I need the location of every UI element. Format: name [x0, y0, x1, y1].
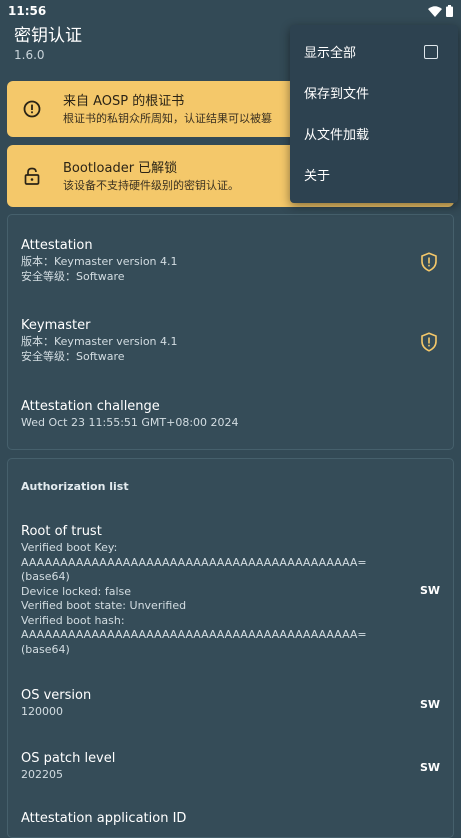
- menu-item-load-from-file[interactable]: 从文件加载: [290, 113, 458, 154]
- keymaster-security-level: 安全等级：Software: [21, 349, 125, 363]
- status-icons: [428, 5, 453, 17]
- menu-item-save-to-file[interactable]: 保存到文件: [290, 72, 458, 113]
- wifi-icon: [428, 5, 442, 17]
- root-of-trust-line: Verified boot hash:: [21, 613, 125, 627]
- security-level-badge: SW: [419, 761, 440, 774]
- attestation-challenge-value: Wed Oct 23 11:55:51 GMT+08:00 2024: [21, 416, 239, 429]
- os-patch-level-value: 202205: [21, 768, 63, 781]
- attestation-challenge-title: Attestation challenge: [21, 399, 160, 414]
- status-time: 11:56: [8, 4, 47, 18]
- keymaster-item[interactable]: Keymaster 版本：Keymaster version 4.1 安全等级：…: [21, 317, 440, 364]
- root-of-trust-line: Verified boot state: Unverified: [21, 599, 187, 612]
- authorization-list-card: Authorization list Root of trust Verifie…: [7, 458, 454, 838]
- os-version-title: OS version: [21, 688, 92, 703]
- menu-item-label: 从文件加载: [304, 128, 370, 143]
- root-of-trust-line: AAAAAAAAAAAAAAAAAAAAAAAAAAAAAAAAAAAAAAAA…: [21, 628, 367, 641]
- root-of-trust-line: (base64): [21, 570, 70, 583]
- warning-description: 该设备不支持硬件级别的密钥认证。: [63, 178, 239, 192]
- shield-warning-icon: [421, 332, 437, 352]
- menu-item-label: 显示全部: [304, 46, 357, 61]
- shield-warning-icon: [421, 252, 437, 272]
- attestation-version: 版本：Keymaster version 4.1: [21, 255, 178, 268]
- show-all-checkbox[interactable]: [424, 44, 438, 59]
- lock-open-icon: [21, 165, 43, 187]
- attestation-application-id-title: Attestation application ID: [21, 811, 187, 826]
- security-level-badge: SW: [419, 584, 440, 597]
- overflow-menu: 显示全部 保存到文件 从文件加载 关于: [290, 25, 458, 203]
- keymaster-version: 版本：Keymaster version 4.1: [21, 335, 178, 348]
- warning-title: Bootloader 已解锁: [63, 160, 178, 176]
- menu-item-label: 关于: [304, 169, 331, 184]
- root-of-trust-line: Device locked: false: [21, 584, 132, 598]
- menu-item-show-all[interactable]: 显示全部: [290, 31, 458, 72]
- warning-text: 来自 AOSP 的根证书 根证书的私钥众所周知，认证结果可以被篡: [63, 93, 272, 126]
- attestation-security-level: 安全等级：Software: [21, 269, 125, 283]
- status-bar: 11:56: [0, 0, 461, 22]
- os-patch-level-title: OS patch level: [21, 751, 116, 766]
- os-version-value: 120000: [21, 705, 63, 718]
- os-patch-level-item[interactable]: OS patch level 202205: [21, 750, 440, 783]
- battery-icon: [446, 5, 453, 17]
- attestation-application-id-item[interactable]: Attestation application ID: [21, 810, 440, 828]
- attestation-challenge-item[interactable]: Attestation challenge Wed Oct 23 11:55:5…: [21, 398, 440, 431]
- menu-item-label: 保存到文件: [304, 87, 370, 102]
- warning-description: 根证书的私钥众所周知，认证结果可以被篡: [63, 111, 272, 125]
- root-of-trust-item[interactable]: Root of trust Verified boot Key: AAAAAAA…: [21, 523, 440, 657]
- info-icon: [21, 98, 43, 120]
- os-version-item[interactable]: OS version 120000: [21, 687, 440, 720]
- root-of-trust-title: Root of trust: [21, 524, 102, 539]
- authorization-list-header: Authorization list: [21, 480, 129, 493]
- attestation-info-card: Attestation 版本：Keymaster version 4.1 安全等…: [7, 214, 454, 450]
- root-of-trust-line: (base64): [21, 642, 70, 656]
- warning-text: Bootloader 已解锁 该设备不支持硬件级别的密钥认证。: [63, 160, 239, 193]
- menu-item-about[interactable]: 关于: [290, 154, 458, 195]
- keymaster-title: Keymaster: [21, 318, 91, 333]
- root-of-trust-line: Verified boot Key:: [21, 541, 118, 554]
- warning-title: 来自 AOSP 的根证书: [63, 93, 185, 109]
- attestation-title: Attestation: [21, 238, 93, 253]
- security-level-badge: SW: [419, 698, 440, 711]
- root-of-trust-line: AAAAAAAAAAAAAAAAAAAAAAAAAAAAAAAAAAAAAAAA…: [21, 555, 367, 569]
- attestation-item[interactable]: Attestation 版本：Keymaster version 4.1 安全等…: [21, 237, 440, 284]
